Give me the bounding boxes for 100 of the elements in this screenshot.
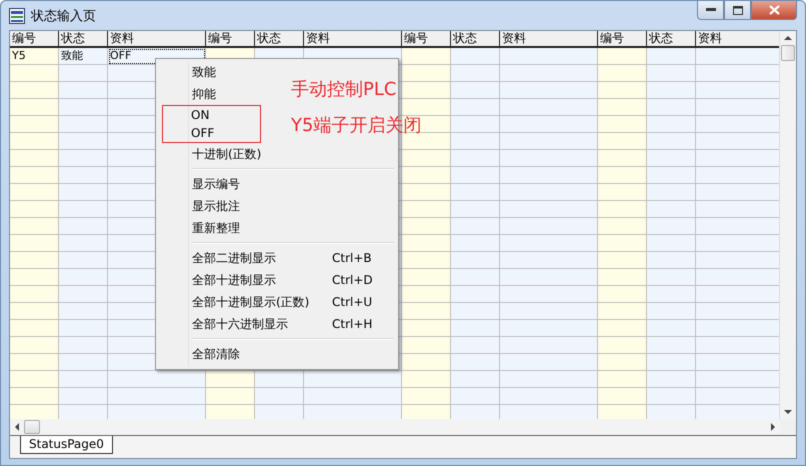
menu-item[interactable]: 全部十六进制显示 Ctrl+H: [190, 313, 378, 335]
table-cell: [598, 337, 647, 354]
column-header: 状态: [59, 31, 108, 48]
table-cell: [59, 269, 108, 286]
table-cell: [647, 388, 696, 405]
table-cell: [59, 354, 108, 371]
table-cell: [451, 184, 500, 201]
table-cell: [451, 405, 500, 419]
table-cell: [451, 269, 500, 286]
column-header: 状态: [647, 31, 696, 48]
table-cell: [647, 82, 696, 99]
table-cell: [451, 235, 500, 252]
table-cell: [10, 388, 59, 405]
table-cell: [598, 218, 647, 235]
menu-item[interactable]: ON: [189, 106, 214, 124]
table-cell: [255, 405, 304, 419]
table-cell: [59, 150, 108, 167]
table-cell: [647, 269, 696, 286]
table-cell: [451, 252, 500, 269]
table-cell: [10, 150, 59, 167]
table-cell: [402, 82, 451, 99]
menu-item[interactable]: 十进制(正数): [190, 143, 266, 165]
menu-item[interactable]: 显示批注: [190, 195, 244, 217]
maximize-button[interactable]: [724, 1, 751, 20]
table-cell: [10, 286, 59, 303]
table-cell: [647, 320, 696, 337]
scroll-thumb[interactable]: [781, 45, 795, 61]
table-cell: [598, 99, 647, 116]
table-cell: [598, 235, 647, 252]
table-cell: [59, 184, 108, 201]
table-cell: [598, 286, 647, 303]
table-cell: [598, 303, 647, 320]
menu-item[interactable]: 显示编号: [190, 173, 244, 195]
table-cell: [402, 320, 451, 337]
table-cell: [10, 235, 59, 252]
close-button[interactable]: [751, 1, 797, 20]
column-header: 编号: [206, 31, 255, 48]
table-cell: [451, 286, 500, 303]
column-header: 资料: [108, 31, 206, 48]
table-cell: [10, 337, 59, 354]
menu-item[interactable]: 全部二进制显示 Ctrl+B: [190, 247, 378, 269]
table-cell: [402, 99, 451, 116]
table-cell: [59, 337, 108, 354]
table-cell: [598, 167, 647, 184]
table-cell: [451, 65, 500, 82]
close-icon: [768, 5, 780, 15]
table-cell: [402, 184, 451, 201]
column-header: 资料: [500, 31, 598, 48]
table-cell: [647, 133, 696, 150]
annotation-text: 手动控制PLC: [291, 78, 398, 102]
table-cell: [402, 252, 451, 269]
table-cell: [10, 82, 59, 99]
table-cell: [647, 235, 696, 252]
menu-item[interactable]: 全部清除: [190, 343, 244, 365]
table-cell: [10, 184, 59, 201]
table-cell: [598, 405, 647, 419]
table-cell: [647, 371, 696, 388]
vertical-scrollbar[interactable]: [779, 31, 796, 419]
table-cell: [451, 99, 500, 116]
table-cell: [402, 269, 451, 286]
table-cell: [451, 337, 500, 354]
table-cell: [10, 116, 59, 133]
table-cell: [402, 337, 451, 354]
app-icon: [9, 8, 25, 24]
table-cell: [402, 167, 451, 184]
table-cell: [647, 116, 696, 133]
menu-item[interactable]: 全部十进制显示 Ctrl+D: [190, 269, 378, 291]
menu-item[interactable]: 抑能: [190, 83, 220, 105]
table-cell: [451, 167, 500, 184]
table-cell: [402, 218, 451, 235]
table-cell: [59, 286, 108, 303]
minimize-button[interactable]: [697, 1, 724, 20]
table-cell: [647, 354, 696, 371]
table-cell: [598, 184, 647, 201]
table-cell: [451, 371, 500, 388]
table-cell: [598, 48, 647, 65]
menu-item[interactable]: 重新整理: [190, 217, 244, 239]
table-cell: [402, 286, 451, 303]
sheet-tab[interactable]: StatusPage0: [20, 436, 113, 454]
table-cell: [59, 235, 108, 252]
menu-item[interactable]: OFF: [189, 124, 218, 142]
table-cell: Y5: [10, 48, 59, 65]
menu-item[interactable]: 全部十进制显示(正数) Ctrl+U: [190, 291, 378, 313]
table-cell: [10, 167, 59, 184]
table-cell: [451, 150, 500, 167]
column-header: 资料: [696, 31, 779, 48]
table-cell: [59, 82, 108, 99]
table-cell: [59, 388, 108, 405]
table-cell: [10, 99, 59, 116]
table-cell: [598, 65, 647, 82]
table-cell: [206, 371, 255, 388]
table-cell: [10, 252, 59, 269]
table-cell: [598, 269, 647, 286]
table-cell: [10, 269, 59, 286]
table-cell: [451, 133, 500, 150]
scroll-thumb[interactable]: [24, 420, 40, 434]
table-cell: [451, 354, 500, 371]
table-cell: [59, 252, 108, 269]
table-cell: [10, 354, 59, 371]
table-cell: [451, 201, 500, 218]
